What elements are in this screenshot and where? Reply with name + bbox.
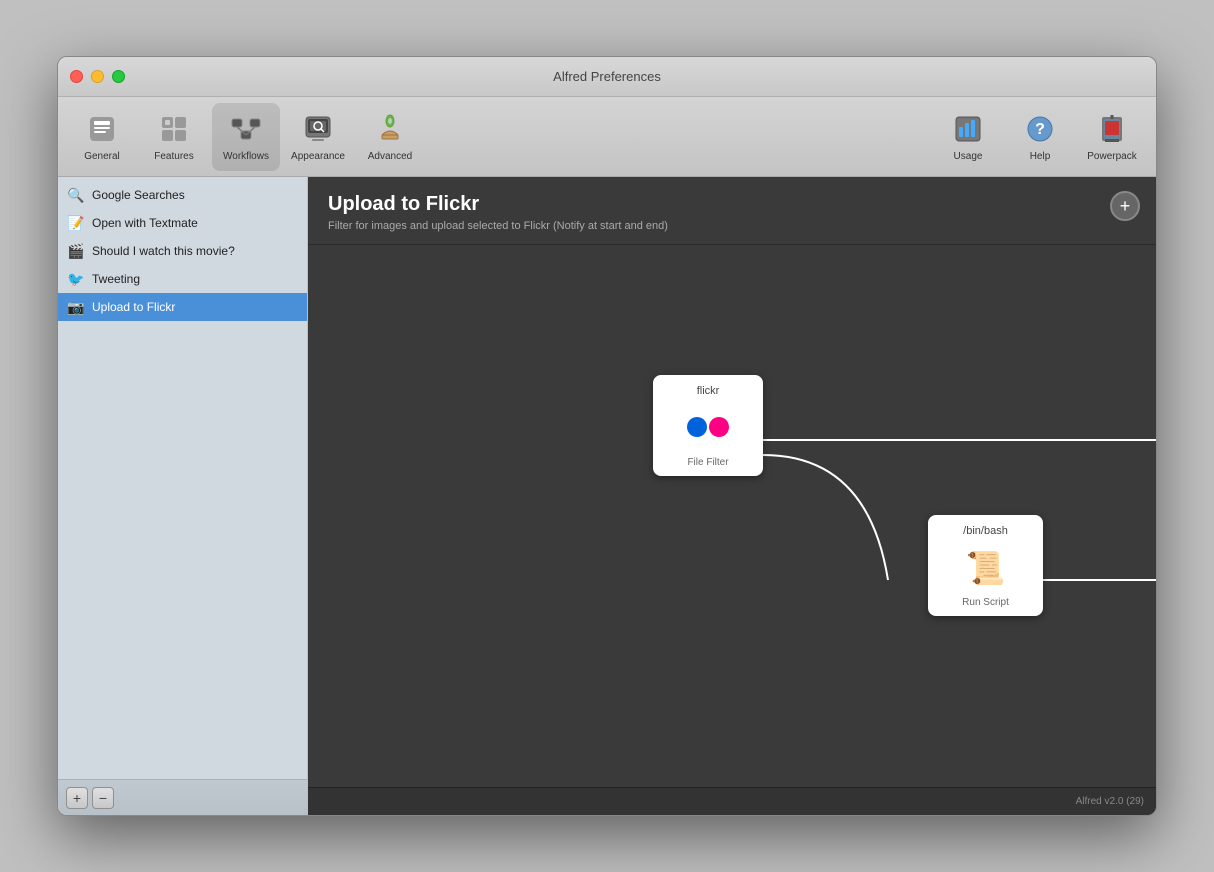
canvas-subtitle: Filter for images and upload selected to… xyxy=(328,220,1136,232)
appearance-label: Appearance xyxy=(291,151,345,162)
should-i-watch-icon: 🎬 xyxy=(68,243,84,259)
minimize-button[interactable] xyxy=(91,70,104,83)
appearance-icon xyxy=(300,111,336,147)
file-filter-node[interactable]: flickr File Filter xyxy=(653,375,763,476)
run-script-node[interactable]: /bin/bash 📜 Run Script xyxy=(928,515,1043,616)
svg-text:?: ? xyxy=(1035,121,1045,138)
usage-icon xyxy=(950,111,986,147)
main-window: Alfred Preferences General xyxy=(57,56,1157,816)
sidebar-list: 🔍 Google Searches 📝 Open with Textmate 🎬… xyxy=(58,177,307,779)
powerpack-label: Powerpack xyxy=(1087,151,1136,162)
maximize-button[interactable] xyxy=(112,70,125,83)
canvas-header: Upload to Flickr Filter for images and u… xyxy=(308,177,1156,245)
advanced-label: Advanced xyxy=(368,151,412,162)
canvas-title: Upload to Flickr xyxy=(328,193,1136,216)
upload-flickr-icon: 📷 xyxy=(68,299,84,315)
run-script-label: Run Script xyxy=(962,597,1009,608)
toolbar-item-usage[interactable]: Usage xyxy=(934,103,1002,171)
sidebar-item-upload-flickr-label: Upload to Flickr xyxy=(92,300,175,314)
usage-label: Usage xyxy=(954,151,983,162)
close-button[interactable] xyxy=(70,70,83,83)
toolbar-item-workflows[interactable]: Workflows xyxy=(212,103,280,171)
file-filter-title: flickr xyxy=(697,385,720,397)
canvas-area: Upload to Flickr Filter for images and u… xyxy=(308,177,1156,815)
general-label: General xyxy=(84,151,120,162)
sidebar: 🔍 Google Searches 📝 Open with Textmate 🎬… xyxy=(58,177,308,815)
workflows-label: Workflows xyxy=(223,151,269,162)
toolbar-item-powerpack[interactable]: Powerpack xyxy=(1078,103,1146,171)
canvas-body: flickr File Filter Upload started xyxy=(308,245,1156,787)
toolbar-item-general[interactable]: General xyxy=(68,103,136,171)
toolbar-left: General Features xyxy=(68,103,424,171)
window-title: Alfred Preferences xyxy=(553,69,661,84)
sidebar-item-should-i-watch[interactable]: 🎬 Should I watch this movie? xyxy=(58,237,307,265)
sidebar-bottom: + − xyxy=(58,779,307,815)
sidebar-item-should-i-watch-label: Should I watch this movie? xyxy=(92,244,235,258)
google-searches-icon: 🔍 xyxy=(68,187,84,203)
open-textmate-icon: 📝 xyxy=(68,215,84,231)
flickr-pink-dot xyxy=(709,417,729,437)
main-content: 🔍 Google Searches 📝 Open with Textmate 🎬… xyxy=(58,177,1156,815)
tweeting-icon: 🐦 xyxy=(68,271,84,287)
help-icon: ? xyxy=(1022,111,1058,147)
sidebar-item-google-searches[interactable]: 🔍 Google Searches xyxy=(58,181,307,209)
toolbar: General Features xyxy=(58,97,1156,177)
advanced-icon xyxy=(372,111,408,147)
run-script-icon: 📜 xyxy=(961,543,1011,593)
flickr-blue-dot xyxy=(687,417,707,437)
remove-workflow-button[interactable]: − xyxy=(92,787,114,809)
general-icon xyxy=(84,111,120,147)
sidebar-item-google-searches-label: Google Searches xyxy=(92,188,185,202)
workflows-icon xyxy=(228,111,264,147)
titlebar: Alfred Preferences xyxy=(58,57,1156,97)
toolbar-item-features[interactable]: Features xyxy=(140,103,208,171)
toolbar-item-appearance[interactable]: Appearance xyxy=(284,103,352,171)
help-label: Help xyxy=(1030,151,1051,162)
sidebar-item-tweeting-label: Tweeting xyxy=(92,272,140,286)
toolbar-item-help[interactable]: ? Help xyxy=(1006,103,1074,171)
toolbar-item-advanced[interactable]: Advanced xyxy=(356,103,424,171)
titlebar-buttons xyxy=(70,70,125,83)
file-filter-label: File Filter xyxy=(687,457,728,468)
version-text: Alfred v2.0 (29) xyxy=(1076,796,1144,807)
powerpack-icon xyxy=(1094,111,1130,147)
version-bar: Alfred v2.0 (29) xyxy=(308,787,1156,815)
add-node-button[interactable]: + xyxy=(1110,191,1140,221)
file-filter-icon xyxy=(683,403,733,453)
sidebar-item-tweeting[interactable]: 🐦 Tweeting xyxy=(58,265,307,293)
sidebar-item-open-textmate-label: Open with Textmate xyxy=(92,216,198,230)
sidebar-item-open-with-textmate[interactable]: 📝 Open with Textmate xyxy=(58,209,307,237)
sidebar-item-upload-to-flickr[interactable]: 📷 Upload to Flickr xyxy=(58,293,307,321)
run-script-title: /bin/bash xyxy=(963,525,1008,537)
add-workflow-button[interactable]: + xyxy=(66,787,88,809)
features-label: Features xyxy=(154,151,193,162)
features-icon xyxy=(156,111,192,147)
toolbar-right: Usage ? Help xyxy=(934,103,1146,171)
